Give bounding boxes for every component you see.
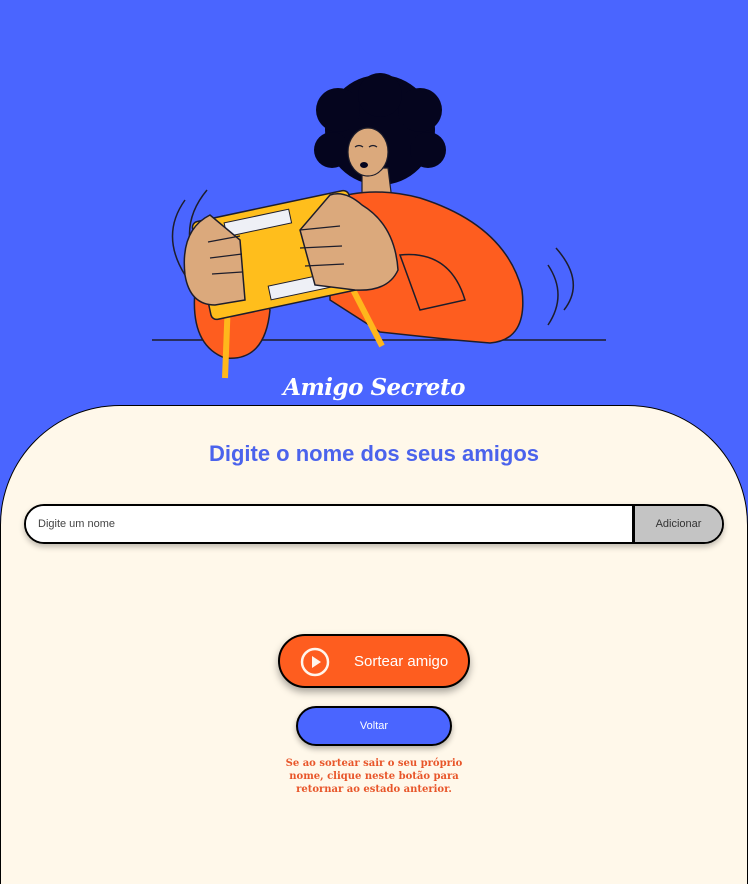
hero-illustration — [0, 0, 748, 420]
person-playing-game-illustration — [152, 73, 606, 379]
add-friend-form: Adicionar — [24, 504, 724, 544]
section-subtitle: Digite o nome dos seus amigos — [208, 441, 540, 466]
play-circle-icon — [300, 647, 330, 677]
back-hint-text: Se ao sortear sair o seu próprio nome, c… — [285, 758, 463, 795]
add-button[interactable]: Adicionar — [632, 506, 722, 542]
draw-friend-label: Sortear amigo — [354, 653, 449, 670]
back-button[interactable]: Voltar — [296, 706, 452, 746]
back-button-label: Voltar — [359, 720, 389, 732]
app-title: Amigo Secreto — [283, 374, 465, 401]
friend-name-input[interactable] — [26, 506, 632, 542]
draw-friend-button[interactable]: Sortear amigo — [278, 634, 470, 688]
